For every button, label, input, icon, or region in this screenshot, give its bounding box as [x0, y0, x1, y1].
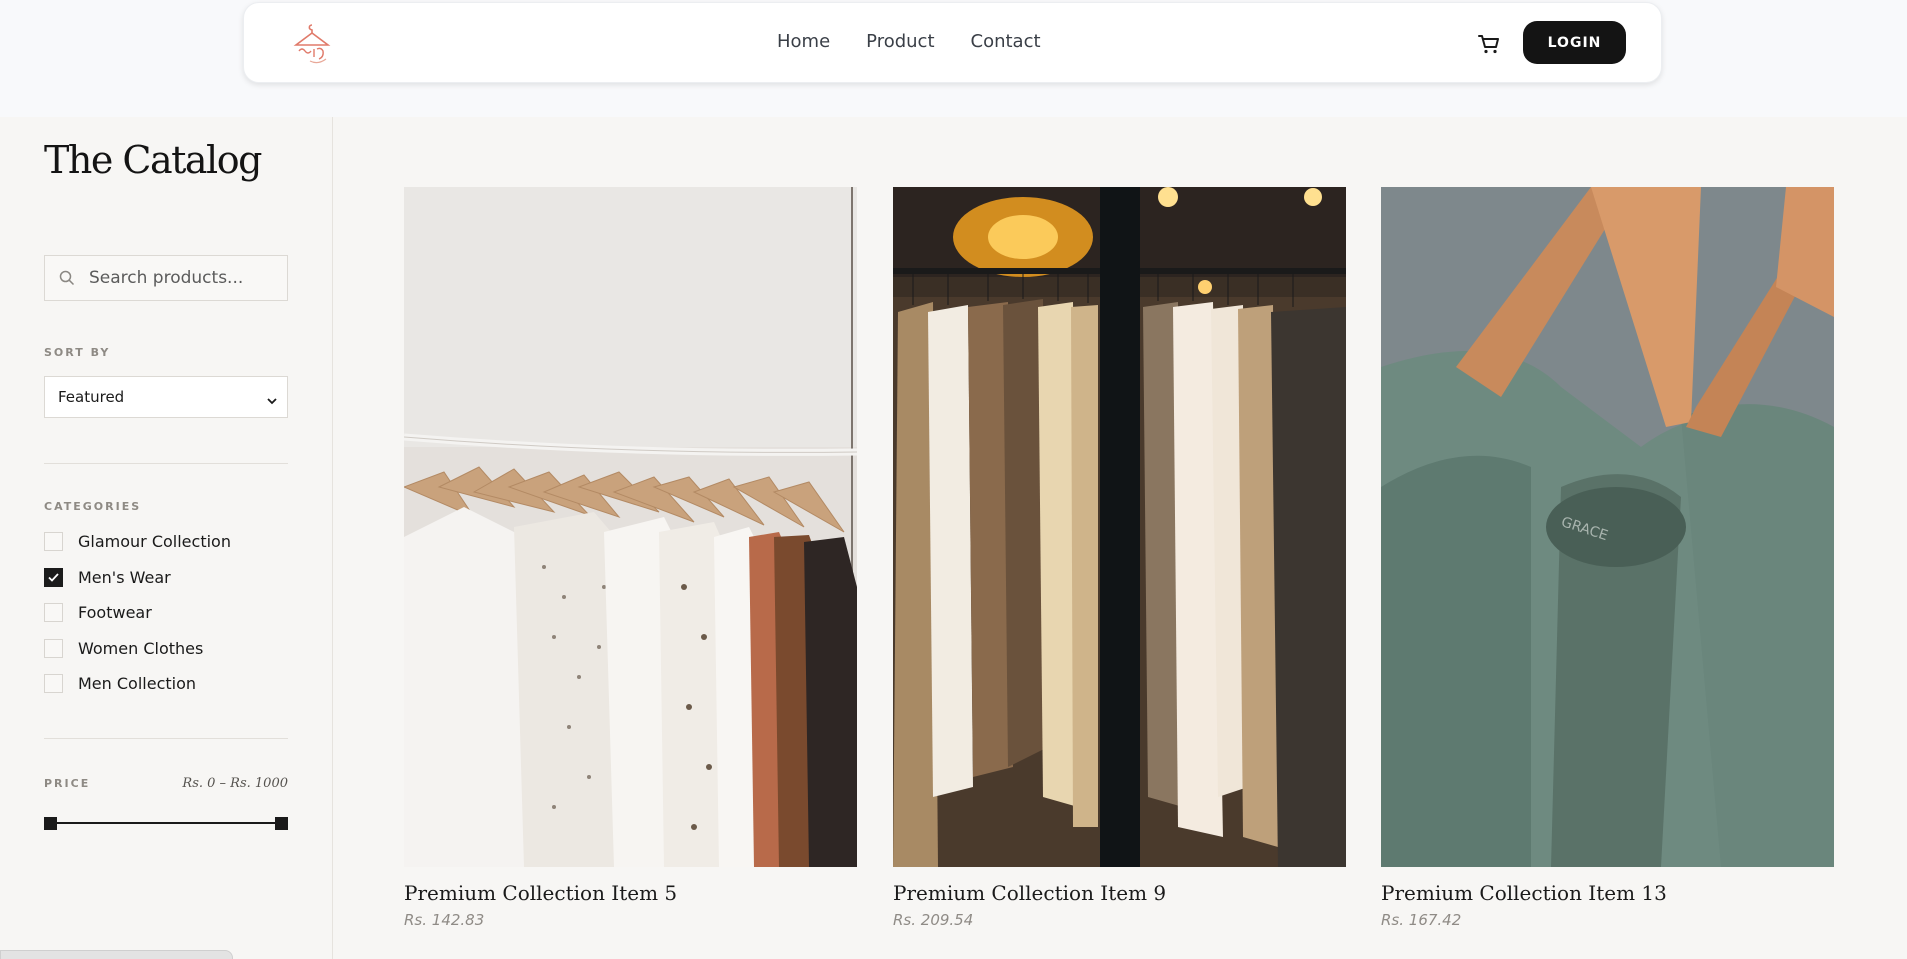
slider-track: [50, 822, 282, 824]
search-icon: [59, 270, 75, 286]
category-label: Footwear: [78, 602, 152, 622]
price-label: PRICE: [44, 777, 91, 790]
product-card[interactable]: Premium Collection Item 5 Rs. 142.83: [404, 187, 857, 929]
category-footwear[interactable]: Footwear: [44, 601, 152, 623]
sort-select[interactable]: Featured: [44, 376, 288, 418]
nav-links: Home Product Contact: [777, 31, 1041, 52]
product-price: Rs. 142.83: [404, 911, 485, 929]
sort-by-label: SORT BY: [44, 346, 111, 359]
nav-product[interactable]: Product: [866, 31, 934, 52]
product-price: Rs. 209.54: [893, 911, 974, 929]
product-name[interactable]: Premium Collection Item 9: [893, 881, 1346, 905]
chevron-down-icon: [267, 392, 277, 405]
price-slider[interactable]: [44, 815, 288, 831]
brand-logo[interactable]: [290, 21, 334, 67]
page-title: The Catalog: [44, 138, 262, 182]
category-label: Men's Wear: [78, 567, 171, 587]
product-name[interactable]: Premium Collection Item 13: [1381, 881, 1834, 905]
checkmark-icon: [48, 572, 59, 582]
categories-label: CATEGORIES: [44, 500, 142, 513]
category-label: Men Collection: [78, 673, 197, 693]
category-checkbox[interactable]: [44, 673, 63, 693]
nav-contact[interactable]: Contact: [971, 31, 1041, 52]
product-image[interactable]: GRACE: [1381, 187, 1834, 867]
product-card[interactable]: Premium Collection Item 9 Rs. 209.54: [893, 187, 1346, 929]
product-name[interactable]: Premium Collection Item 5: [404, 881, 857, 905]
slider-handle-min[interactable]: [44, 817, 57, 830]
price-range-value: Rs. 0 – Rs. 1000: [182, 776, 288, 791]
category-men-collection[interactable]: Men Collection: [44, 672, 196, 694]
category-glamour-collection[interactable]: Glamour Collection: [44, 530, 231, 552]
nav-home[interactable]: Home: [777, 31, 830, 52]
category-label: Glamour Collection: [78, 531, 231, 551]
category-checkbox[interactable]: [44, 602, 63, 622]
product-card[interactable]: GRACE Premium Collection Item 13 Rs. 167…: [1381, 187, 1834, 929]
cart-icon[interactable]: [1476, 31, 1502, 57]
product-image[interactable]: [893, 187, 1346, 867]
sort-selected-value: Featured: [58, 388, 125, 406]
filter-sidebar: The Catalog SORT BY Featured CATEGORIES …: [0, 117, 333, 959]
product-price: Rs. 167.42: [1381, 911, 1462, 929]
category-mens-wear[interactable]: Men's Wear: [44, 566, 171, 588]
product-image[interactable]: [404, 187, 857, 867]
category-checkbox[interactable]: [44, 531, 63, 551]
category-checkbox[interactable]: [44, 638, 63, 658]
navbar: Home Product Contact LOGIN: [243, 2, 1662, 83]
divider: [44, 738, 288, 739]
divider: [44, 463, 288, 464]
category-women-clothes[interactable]: Women Clothes: [44, 637, 203, 659]
status-bar-tooltip: [0, 950, 233, 959]
login-button[interactable]: LOGIN: [1523, 21, 1626, 64]
slider-handle-max[interactable]: [275, 817, 288, 830]
search-input[interactable]: [89, 256, 284, 300]
search-box[interactable]: [44, 255, 288, 301]
category-checkbox[interactable]: [44, 567, 63, 587]
category-label: Women Clothes: [78, 638, 204, 658]
